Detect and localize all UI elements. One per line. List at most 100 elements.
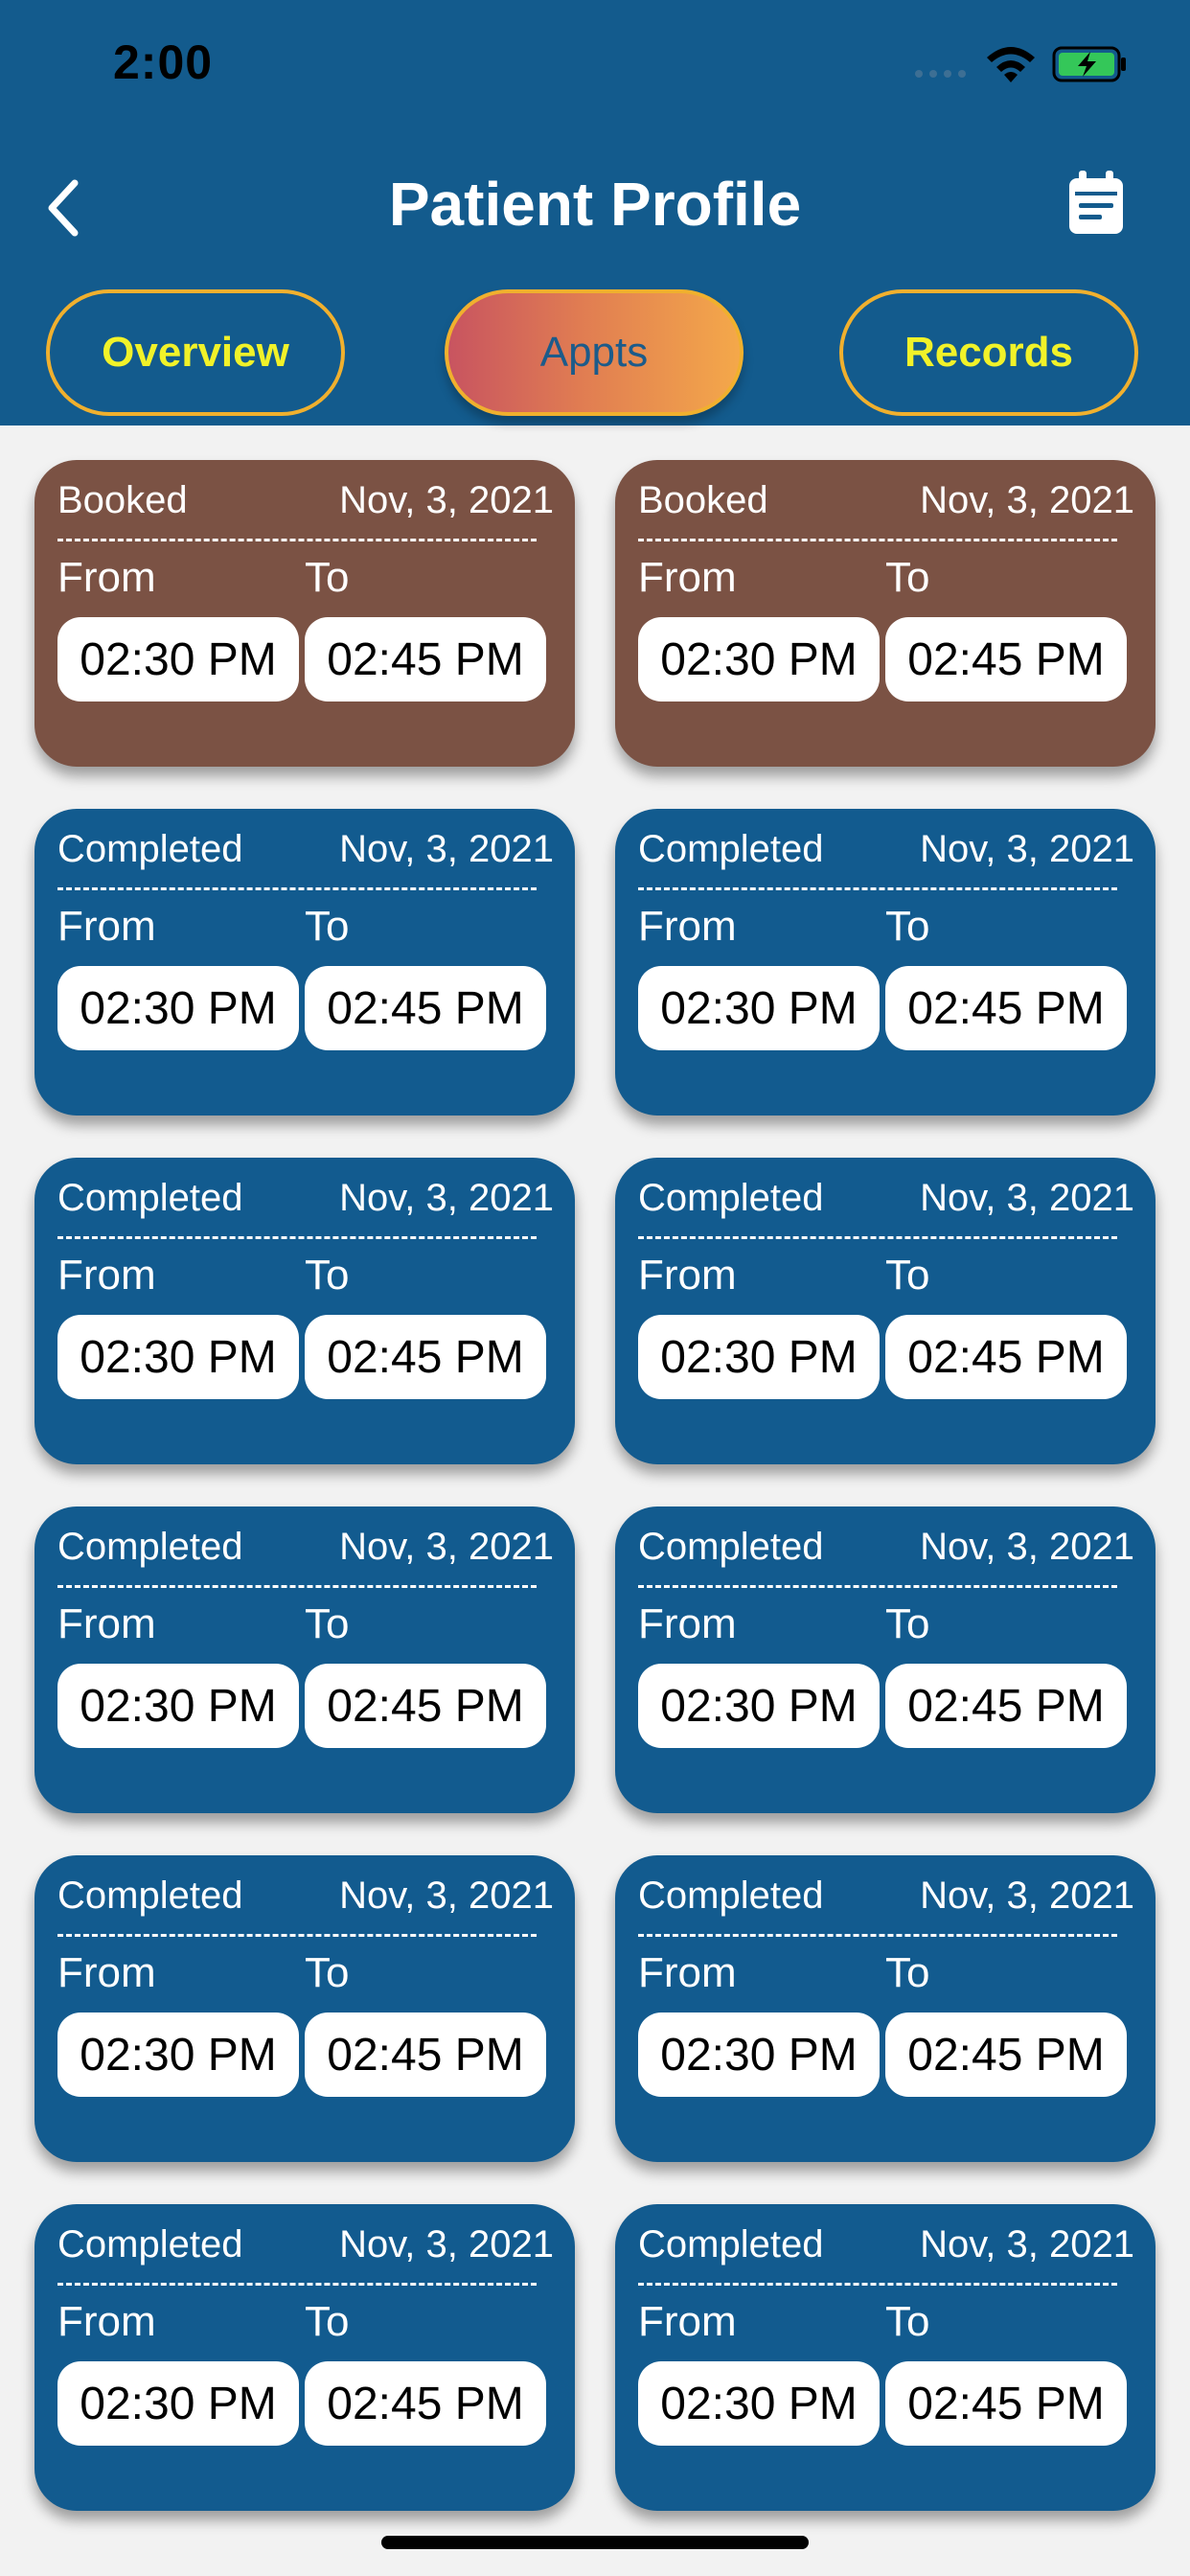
from-label: From — [638, 1600, 737, 1647]
appointment-status: Completed — [57, 1874, 243, 1917]
from-time[interactable]: 02:30 PM — [638, 966, 880, 1050]
from-label: From — [638, 1949, 737, 1996]
from-time[interactable]: 02:30 PM — [57, 617, 299, 702]
dashed-divider — [638, 539, 1117, 541]
to-label: To — [305, 1600, 350, 1647]
to-time[interactable]: 02:45 PM — [305, 2361, 546, 2446]
to-time[interactable]: 02:45 PM — [305, 617, 546, 702]
to-label: To — [885, 1600, 930, 1647]
dashed-divider — [57, 2283, 537, 2286]
from-time[interactable]: 02:30 PM — [638, 2012, 880, 2097]
appointment-date: Nov, 3, 2021 — [339, 2223, 554, 2266]
appointment-date: Nov, 3, 2021 — [339, 1177, 554, 1219]
from-time[interactable]: 02:30 PM — [57, 2361, 299, 2446]
appointment-status: Completed — [638, 1874, 824, 1917]
appointment-card[interactable]: Completed Nov, 3, 2021 From To 02:30 PM … — [615, 1855, 1156, 2162]
from-time[interactable]: 02:30 PM — [638, 1664, 880, 1748]
appointment-card[interactable]: Completed Nov, 3, 2021 From To 02:30 PM … — [615, 809, 1156, 1116]
appointment-date: Nov, 3, 2021 — [920, 1177, 1134, 1219]
to-time[interactable]: 02:45 PM — [885, 966, 1127, 1050]
home-indicator[interactable] — [381, 2536, 809, 2549]
appointment-card[interactable]: Completed Nov, 3, 2021 From To 02:30 PM … — [34, 1158, 575, 1464]
appointment-card[interactable]: Completed Nov, 3, 2021 From To 02:30 PM … — [34, 809, 575, 1116]
appointment-date: Nov, 3, 2021 — [339, 479, 554, 521]
to-label: To — [305, 554, 350, 601]
dashed-divider — [57, 1236, 537, 1239]
appointment-card[interactable]: Completed Nov, 3, 2021 From To 02:30 PM … — [34, 2204, 575, 2511]
to-label: To — [885, 1949, 930, 1996]
appointment-status: Completed — [638, 1526, 824, 1568]
dashed-divider — [638, 887, 1117, 890]
appointment-card[interactable]: Completed Nov, 3, 2021 From To 02:30 PM … — [34, 1506, 575, 1813]
calendar-button[interactable] — [1065, 169, 1127, 238]
to-time[interactable]: 02:45 PM — [885, 617, 1127, 702]
appointment-status: Completed — [57, 828, 243, 870]
battery-charging-icon — [1052, 46, 1126, 82]
dashed-divider — [638, 2283, 1117, 2286]
to-time[interactable]: 02:45 PM — [885, 2012, 1127, 2097]
status-bar-time: 2:00 — [113, 35, 214, 89]
appointment-status: Completed — [638, 828, 824, 870]
from-label: From — [57, 903, 156, 950]
appointment-status: Completed — [57, 1526, 243, 1568]
from-time[interactable]: 02:30 PM — [57, 966, 299, 1050]
app-header: 2:00 Patient Profile Overview Appts Reco… — [0, 0, 1190, 426]
tab-records[interactable]: Records — [839, 289, 1138, 416]
to-time[interactable]: 02:45 PM — [305, 1315, 546, 1399]
appointment-date: Nov, 3, 2021 — [339, 828, 554, 870]
from-label: From — [57, 2298, 156, 2345]
appointment-date: Nov, 3, 2021 — [920, 1526, 1134, 1568]
appointment-card[interactable]: Completed Nov, 3, 2021 From To 02:30 PM … — [615, 2204, 1156, 2511]
appointment-date: Nov, 3, 2021 — [339, 1526, 554, 1568]
from-label: From — [638, 1252, 737, 1299]
wifi-icon — [987, 47, 1035, 82]
appointment-status: Completed — [638, 1177, 824, 1219]
from-time[interactable]: 02:30 PM — [638, 617, 880, 702]
to-label: To — [305, 1252, 350, 1299]
to-label: To — [885, 1252, 930, 1299]
to-time[interactable]: 02:45 PM — [885, 2361, 1127, 2446]
from-time[interactable]: 02:30 PM — [57, 1315, 299, 1399]
cellular-signal-icon — [915, 70, 966, 78]
from-time[interactable]: 02:30 PM — [638, 2361, 880, 2446]
page-title: Patient Profile — [388, 170, 802, 239]
dashed-divider — [57, 539, 537, 541]
to-label: To — [305, 2298, 350, 2345]
from-time[interactable]: 02:30 PM — [57, 1664, 299, 1748]
to-time[interactable]: 02:45 PM — [305, 966, 546, 1050]
to-time[interactable]: 02:45 PM — [885, 1315, 1127, 1399]
from-label: From — [57, 1949, 156, 1996]
dashed-divider — [57, 1585, 537, 1588]
from-time[interactable]: 02:30 PM — [638, 1315, 880, 1399]
from-time[interactable]: 02:30 PM — [57, 2012, 299, 2097]
appointment-status: Booked — [57, 479, 188, 521]
tab-appts[interactable]: Appts — [445, 289, 744, 416]
appointment-card[interactable]: Booked Nov, 3, 2021 From To 02:30 PM 02:… — [34, 460, 575, 767]
to-label: To — [305, 903, 350, 950]
to-time[interactable]: 02:45 PM — [305, 2012, 546, 2097]
appointment-card[interactable]: Completed Nov, 3, 2021 From To 02:30 PM … — [615, 1158, 1156, 1464]
to-time[interactable]: 02:45 PM — [305, 1664, 546, 1748]
from-label: From — [638, 2298, 737, 2345]
calendar-icon — [1069, 171, 1123, 234]
appointment-card[interactable]: Booked Nov, 3, 2021 From To 02:30 PM 02:… — [615, 460, 1156, 767]
appointment-date: Nov, 3, 2021 — [920, 828, 1134, 870]
to-label: To — [885, 903, 930, 950]
dashed-divider — [638, 1934, 1117, 1937]
from-label: From — [57, 554, 156, 601]
tab-overview[interactable]: Overview — [46, 289, 345, 416]
appointments-list[interactable]: Booked Nov, 3, 2021 From To 02:30 PM 02:… — [0, 426, 1190, 2576]
dashed-divider — [57, 1934, 537, 1937]
appointment-status: Completed — [57, 1177, 243, 1219]
appointment-date: Nov, 3, 2021 — [920, 479, 1134, 521]
appointment-status: Completed — [57, 2223, 243, 2266]
appointment-date: Nov, 3, 2021 — [920, 2223, 1134, 2266]
to-label: To — [885, 554, 930, 601]
from-label: From — [638, 554, 737, 601]
appointment-card[interactable]: Completed Nov, 3, 2021 From To 02:30 PM … — [34, 1855, 575, 2162]
to-label: To — [305, 1949, 350, 1996]
from-label: From — [57, 1600, 156, 1647]
to-time[interactable]: 02:45 PM — [885, 1664, 1127, 1748]
appointment-card[interactable]: Completed Nov, 3, 2021 From To 02:30 PM … — [615, 1506, 1156, 1813]
appointment-status: Completed — [638, 2223, 824, 2266]
